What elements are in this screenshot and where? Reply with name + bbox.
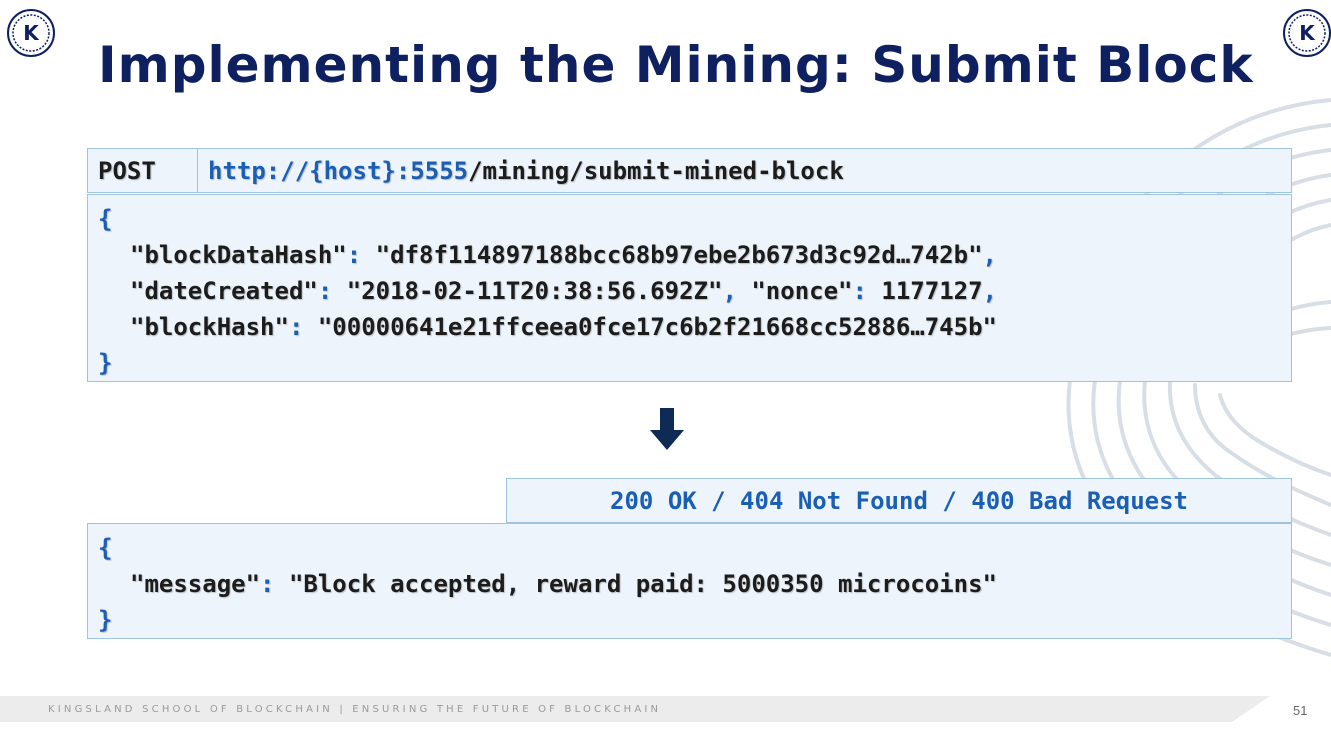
response-body: { "message": "Block accepted, reward pai… (87, 523, 1292, 639)
json-key: "message" (130, 570, 261, 598)
url-prefix: http://{host}:5555 (208, 156, 469, 185)
json-value: "Block accepted, reward paid: 5000350 mi… (288, 570, 997, 598)
footer-text: KINGSLAND SCHOOL OF BLOCKCHAIN | ENSURIN… (48, 704, 662, 715)
json-close-brace: } (98, 606, 113, 634)
logo-letter: K (1299, 21, 1315, 45)
json-line-blockdatahash: "blockDataHash": "df8f114897188bcc68b97e… (130, 241, 997, 269)
slide-title: Implementing the Mining: Submit Block (98, 36, 1254, 94)
json-line-blockhash: "blockHash": "00000641e21ffceea0fce17c6b… (130, 313, 997, 341)
logo-letter: K (23, 21, 39, 45)
json-value: "2018-02-11T20:38:56.692Z" (346, 277, 723, 305)
request-endpoint: POST http://{host}:5555/mining/submit-mi… (87, 148, 1292, 193)
json-open-brace: { (98, 205, 113, 233)
json-line-datecreated-nonce: "dateCreated": "2018-02-11T20:38:56.692Z… (130, 277, 998, 305)
down-arrow-icon (650, 408, 684, 450)
page-number: 51 (1293, 703, 1308, 718)
json-line-message: "message": "Block accepted, reward paid:… (130, 570, 997, 598)
json-value: "00000641e21ffceea0fce17c6b2f21668cc5288… (317, 313, 997, 341)
json-key: "blockHash" (130, 313, 289, 341)
json-close-brace: } (98, 349, 113, 377)
json-open-brace: { (98, 534, 113, 562)
json-value: "df8f114897188bcc68b97ebe2b673d3c92d…742… (375, 241, 983, 269)
json-key: "dateCreated" (130, 277, 318, 305)
http-method: POST (88, 149, 198, 192)
response-status: 200 OK / 404 Not Found / 400 Bad Request (506, 478, 1292, 523)
json-value: 1177127 (881, 277, 983, 305)
kingsland-logo-left: K (6, 8, 56, 58)
kingsland-logo-right: K (1282, 8, 1331, 58)
json-key: "nonce" (751, 277, 853, 305)
endpoint-url: http://{host}:5555/mining/submit-mined-b… (198, 149, 844, 192)
url-path: /mining/submit-mined-block (468, 156, 844, 185)
json-key: "blockDataHash" (130, 241, 347, 269)
request-body: { "blockDataHash": "df8f114897188bcc68b9… (87, 194, 1292, 382)
